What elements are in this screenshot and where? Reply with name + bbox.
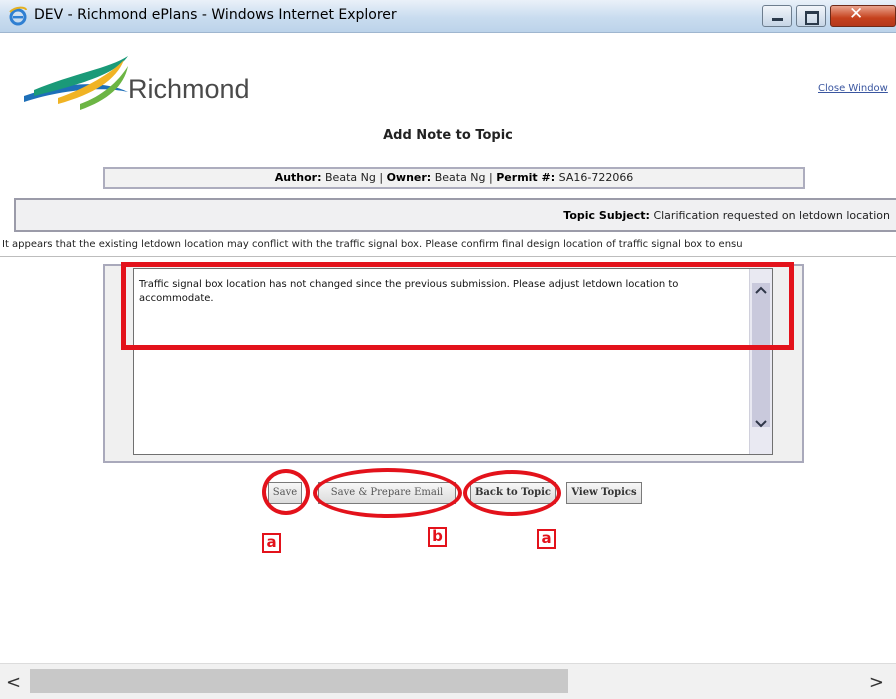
internet-explorer-icon [9,6,27,26]
scroll-left-icon[interactable]: < [6,672,21,693]
owner-value: Beata Ng [434,171,486,184]
maximize-icon [805,11,819,25]
horizontal-scrollbar[interactable]: < > [0,663,896,699]
topic-description: It appears that the existing letdown loc… [2,239,743,250]
topic-subject-label: Topic Subject: [563,209,650,222]
separator: | [489,171,493,184]
topic-subject: Topic Subject: Clarification requested o… [563,209,890,222]
minimize-button[interactable] [762,5,792,27]
page-title: Add Note to Topic [383,128,513,143]
annotation-circle-save [262,469,310,515]
minimize-icon [772,18,783,21]
divider [0,256,896,257]
separator: | [379,171,384,184]
author-info-bar: Author: Beata Ng | Owner: Beata Ng | Per… [103,167,805,189]
close-window-link[interactable]: Close Window [818,83,888,94]
author-value: Beata Ng [325,171,376,184]
window-title: DEV - Richmond ePlans - Windows Internet… [34,7,397,23]
annotation-highlight-box [121,262,794,350]
annotation-label-a: a [262,533,281,553]
annotation-circle-back [463,470,561,516]
close-icon: ✕ [849,4,864,24]
view-topics-button[interactable]: View Topics [566,482,642,504]
maximize-button[interactable] [796,5,826,27]
author-label: Author: [274,171,322,184]
annotation-label-a: a [537,529,556,549]
horizontal-scroll-thumb[interactable] [30,669,568,693]
annotation-circle-prepare-email [313,468,462,518]
topic-subject-value: Clarification requested on letdown locat… [653,209,890,222]
scroll-right-icon[interactable]: > [869,672,884,693]
window-title-bar: DEV - Richmond ePlans - Windows Internet… [0,0,896,33]
permit-value: SA16-722066 [558,171,634,184]
permit-label: Permit #: [496,171,556,184]
owner-label: Owner: [386,171,432,184]
annotation-label-b: b [428,527,447,547]
close-button[interactable]: ✕ [830,4,896,27]
topic-subject-bar: Topic Subject: Clarification requested o… [14,198,896,232]
logo-text: Richmond [128,74,250,104]
chevron-down-icon[interactable] [754,419,768,429]
